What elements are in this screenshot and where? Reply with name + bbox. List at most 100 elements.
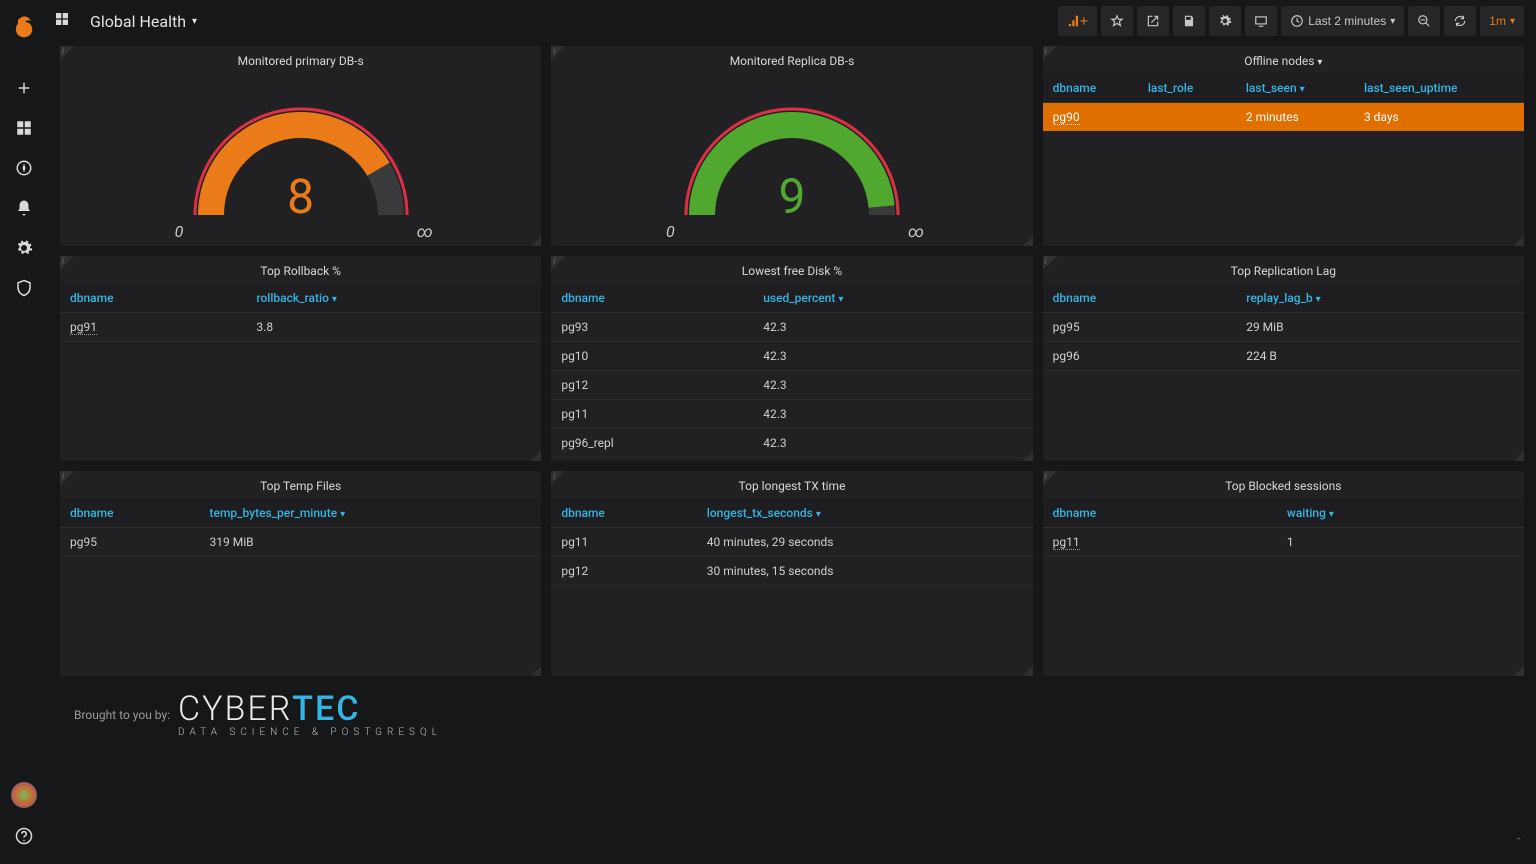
panel-resize-handle[interactable] (1514, 451, 1524, 461)
panel-resize-handle[interactable] (1023, 666, 1033, 676)
table-row: pg95319 MiB (60, 528, 541, 557)
dashboard-title[interactable]: Global Health ▾ (90, 12, 197, 31)
panel-top-blocked[interactable]: Top Blocked sessions dbnamewaiting▾pg111 (1043, 471, 1524, 676)
scroll-top-icon[interactable]: ˆ (1515, 836, 1522, 852)
panel-top-tx[interactable]: Top longest TX time dbnamelongest_tx_sec… (551, 471, 1032, 676)
panel-title: Top Rollback % (60, 256, 541, 284)
share-button[interactable] (1137, 6, 1169, 36)
col-dbname[interactable]: dbname (1043, 284, 1237, 313)
sort-caret-icon: ▾ (1316, 294, 1321, 305)
table-row: pg9529 MiB (1043, 313, 1524, 342)
user-avatar[interactable] (11, 782, 37, 808)
panel-resize-handle[interactable] (1023, 451, 1033, 461)
panel-title: Top Replication Lag (1043, 256, 1524, 284)
col-temp_bytes_per_minute[interactable]: temp_bytes_per_minute▾ (200, 499, 542, 528)
gauge-replica: 90∞ (662, 85, 922, 235)
cell[interactable]: pg90 (1043, 103, 1138, 132)
panel-resize-handle[interactable] (1514, 236, 1524, 246)
tv-mode-button[interactable] (1245, 6, 1277, 36)
settings-gear-icon[interactable] (4, 228, 44, 268)
panel-resize-handle[interactable] (1514, 666, 1524, 676)
table-row: pg1042.3 (551, 342, 1032, 371)
col-last_seen_uptime[interactable]: last_seen_uptime (1354, 74, 1524, 103)
sort-caret-icon: ▾ (838, 294, 843, 305)
zoom-out-button[interactable] (1408, 6, 1440, 36)
panel-resize-handle[interactable] (531, 451, 541, 461)
col-replay_lag_b[interactable]: replay_lag_b▾ (1236, 284, 1524, 313)
col-last_role[interactable]: last_role (1138, 74, 1236, 103)
panel-menu-icon[interactable] (1043, 46, 1057, 60)
cell: 2 minutes (1236, 103, 1354, 132)
cell-value: 224 B (1236, 342, 1524, 371)
col-rollback_ratio[interactable]: rollback_ratio▾ (246, 284, 541, 313)
panel-title[interactable]: Offline nodes ▾ (1043, 46, 1524, 74)
add-panel-button[interactable]: + (1058, 6, 1097, 36)
panel-top-rollback[interactable]: Top Rollback % dbnamerollback_ratio▾pg91… (60, 256, 541, 461)
gauge-value: 9 (662, 168, 922, 225)
col-waiting[interactable]: waiting▾ (1277, 499, 1524, 528)
cell-dbname: pg96_repl (551, 429, 753, 458)
panel-menu-icon[interactable] (551, 471, 565, 485)
data-table: dbnameused_percent▾pg9342.3pg1042.3pg124… (551, 284, 1032, 458)
panel-resize-handle[interactable] (531, 236, 541, 246)
refresh-interval-label: 1m (1489, 14, 1506, 28)
col-dbname[interactable]: dbname (551, 499, 696, 528)
cell-value: 42.3 (753, 429, 1032, 458)
cell-dbname: pg11 (551, 528, 696, 557)
cell-dbname: pg95 (60, 528, 200, 557)
panel-menu-icon[interactable] (60, 256, 74, 270)
col-dbname[interactable]: dbname (60, 499, 200, 528)
table-row: pg96224 B (1043, 342, 1524, 371)
table-row: pg96_repl42.3 (551, 429, 1032, 458)
panel-menu-icon[interactable] (60, 471, 74, 485)
cell-value: 42.3 (753, 400, 1032, 429)
col-used_percent[interactable]: used_percent▾ (753, 284, 1032, 313)
panel-menu-icon[interactable] (551, 46, 565, 60)
shield-icon[interactable] (4, 268, 44, 308)
col-dbname[interactable]: dbname (1043, 74, 1138, 103)
cell-dbname: pg12 (551, 557, 696, 586)
col-longest_tx_seconds[interactable]: longest_tx_seconds▾ (697, 499, 1033, 528)
panel-monitored-replica[interactable]: Monitored Replica DB-s 90∞ (551, 46, 1032, 246)
dashboards-icon[interactable] (4, 108, 44, 148)
table-row: pg1230 minutes, 15 seconds (551, 557, 1032, 586)
cell-dbname: pg95 (1043, 313, 1237, 342)
panel-menu-icon[interactable] (60, 46, 74, 60)
panel-lowest-disk[interactable]: Lowest free Disk % dbnameused_percent▾pg… (551, 256, 1032, 461)
gauge-min: 0 (175, 222, 184, 241)
refresh-button[interactable] (1444, 6, 1476, 36)
cell: 3 days (1354, 103, 1524, 132)
panel-menu-icon[interactable] (1043, 256, 1057, 270)
settings-button[interactable] (1209, 6, 1241, 36)
alert-bell-icon[interactable] (4, 188, 44, 228)
chevron-down-icon: ▾ (192, 16, 197, 27)
col-dbname[interactable]: dbname (60, 284, 246, 313)
panel-replication-lag[interactable]: Top Replication Lag dbnamereplay_lag_b▾p… (1043, 256, 1524, 461)
panel-resize-handle[interactable] (1023, 236, 1033, 246)
cell-dbname[interactable]: pg91 (60, 313, 246, 342)
panel-resize-handle[interactable] (531, 666, 541, 676)
panel-offline-nodes[interactable]: Offline nodes ▾ dbnamelast_rolelast_seen… (1043, 46, 1524, 246)
save-button[interactable] (1173, 6, 1205, 36)
cell-dbname[interactable]: pg11 (1043, 528, 1277, 557)
col-dbname[interactable]: dbname (551, 284, 753, 313)
star-button[interactable] (1101, 6, 1133, 36)
sort-caret-icon: ▾ (1300, 84, 1305, 95)
dashboard-grid-icon[interactable] (54, 11, 82, 31)
sort-caret-icon: ▾ (340, 509, 345, 520)
explore-icon[interactable] (4, 148, 44, 188)
refresh-interval-button[interactable]: 1m ▾ (1480, 6, 1524, 36)
panel-menu-icon[interactable] (551, 256, 565, 270)
col-dbname[interactable]: dbname (1043, 499, 1277, 528)
cell-value: 40 minutes, 29 seconds (697, 528, 1033, 557)
panel-title: Monitored Replica DB-s (551, 46, 1032, 74)
panel-monitored-primary[interactable]: Monitored primary DB-s 80∞ (60, 46, 541, 246)
help-icon[interactable] (4, 816, 44, 856)
col-last_seen[interactable]: last_seen▾ (1236, 74, 1354, 103)
panel-menu-icon[interactable] (1043, 471, 1057, 485)
grafana-logo-icon[interactable] (4, 8, 44, 48)
data-table: dbnamewaiting▾pg111 (1043, 499, 1524, 557)
panel-top-temp[interactable]: Top Temp Files dbnametemp_bytes_per_minu… (60, 471, 541, 676)
add-icon[interactable] (4, 68, 44, 108)
time-range-button[interactable]: Last 2 minutes ▾ (1281, 6, 1404, 36)
